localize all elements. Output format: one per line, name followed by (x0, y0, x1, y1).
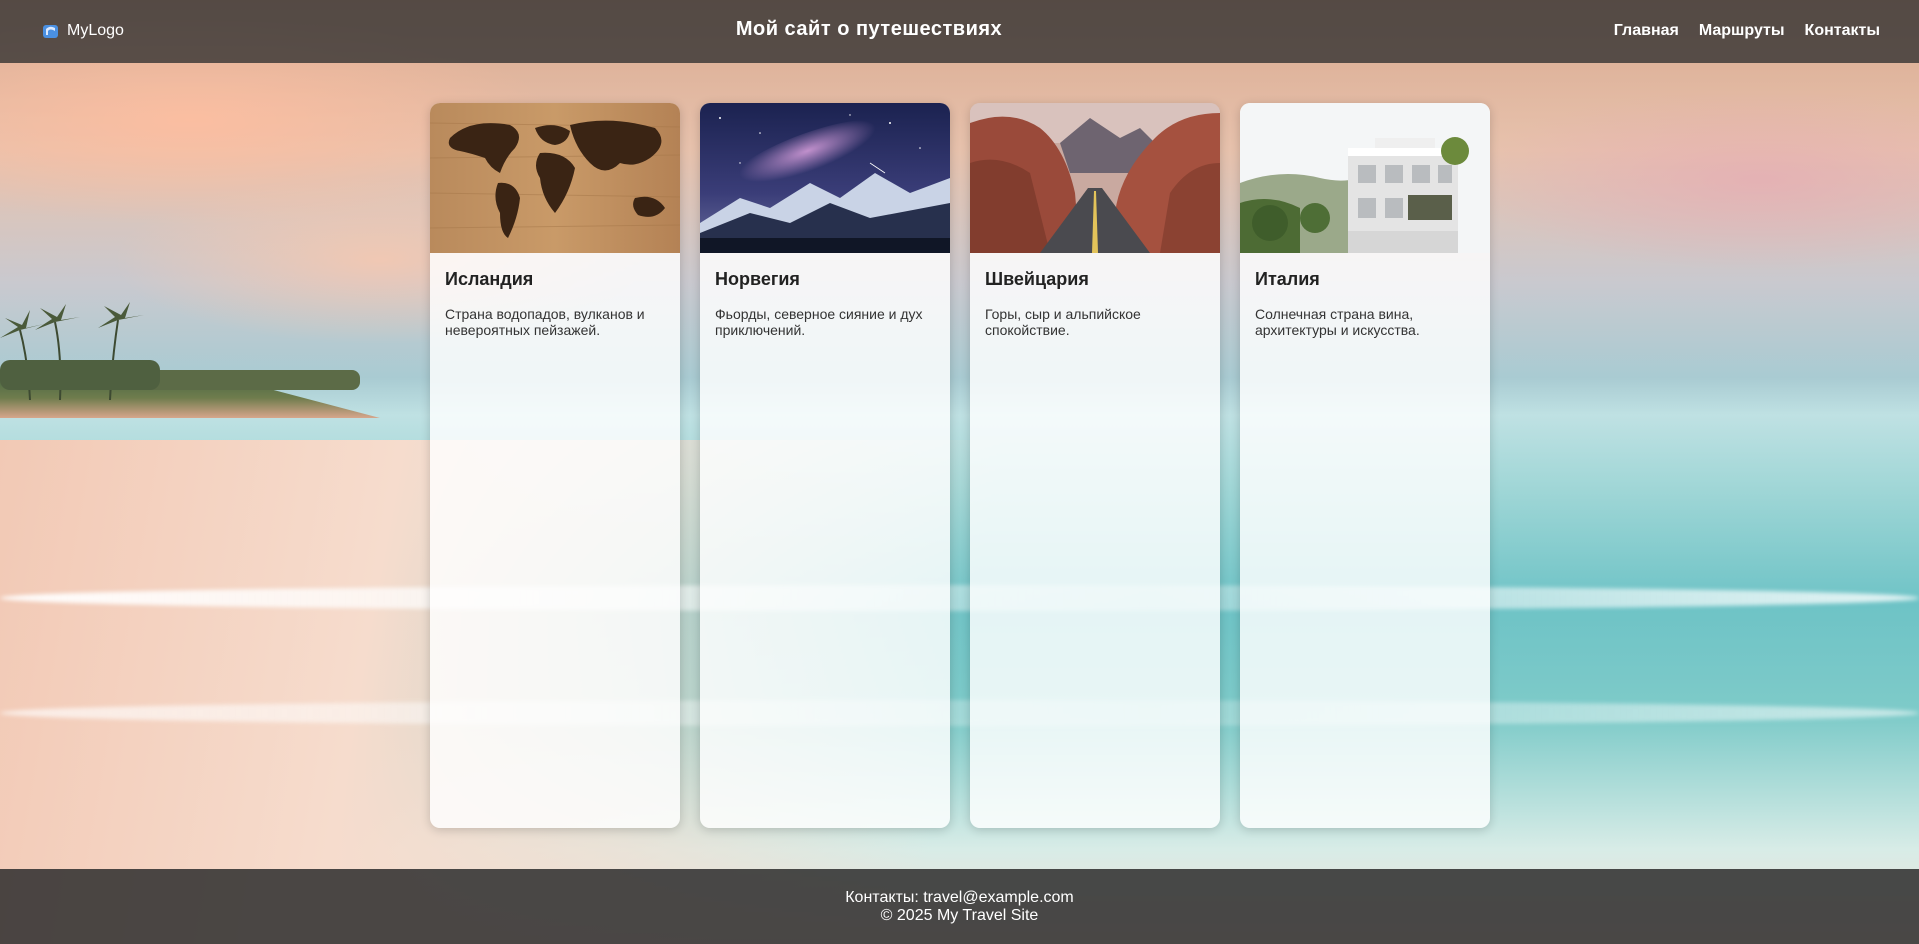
card-title: Италия (1255, 269, 1320, 289)
card-body: Италия Солнечная страна вина, архитектур… (1240, 253, 1490, 354)
card-title: Швейцария (985, 269, 1089, 289)
site-title: Мой сайт о путешествиях (735, 18, 1003, 40)
card-title: Исландия (445, 269, 534, 289)
card-switzerland[interactable]: Швейцария Горы, сыр и альпийское спокойс… (970, 103, 1220, 828)
site-header: MyLogo Мой сайт о путешествиях Главная М… (0, 0, 1919, 63)
card-body: Норвегия Фьорды, северное сияние и дух п… (700, 253, 950, 354)
white-building-image (1240, 103, 1490, 253)
background-palm-trees (0, 302, 360, 400)
card-norway[interactable]: Норвегия Фьорды, северное сияние и дух п… (700, 103, 950, 828)
footer-copyright: © 2025 My Travel Site (880, 907, 1039, 924)
card-title: Норвегия (715, 269, 800, 289)
footer-contacts: Контакты: travel@example.com (845, 889, 1074, 906)
card-description: Страна водопадов, вулканов и невероятных… (445, 306, 645, 338)
card-description: Фьорды, северное сияние и дух приключени… (715, 306, 923, 338)
world-map-image (430, 103, 680, 253)
nav-link-home[interactable]: Главная (1614, 22, 1679, 40)
destination-cards: Исландия Страна водопадов, вулканов и не… (430, 103, 1490, 828)
card-iceland[interactable]: Исландия Страна водопадов, вулканов и не… (430, 103, 680, 828)
card-body: Швейцария Горы, сыр и альпийское спокойс… (970, 253, 1220, 354)
night-mountains-image (700, 103, 950, 253)
card-description: Горы, сыр и альпийское спокойствие. (985, 306, 1141, 338)
nav-link-routes[interactable]: Маршруты (1699, 22, 1785, 40)
desert-road-image (970, 103, 1220, 253)
card-italy[interactable]: Италия Солнечная страна вина, архитектур… (1240, 103, 1490, 828)
card-description: Солнечная страна вина, архитектуры и иск… (1255, 306, 1420, 338)
main-nav: Главная Маршруты Контакты (1614, 22, 1880, 40)
card-body: Исландия Страна водопадов, вулканов и не… (430, 253, 680, 354)
site-footer: Контакты: travel@example.com © 2025 My T… (0, 869, 1919, 944)
nav-link-contacts[interactable]: Контакты (1805, 22, 1880, 40)
